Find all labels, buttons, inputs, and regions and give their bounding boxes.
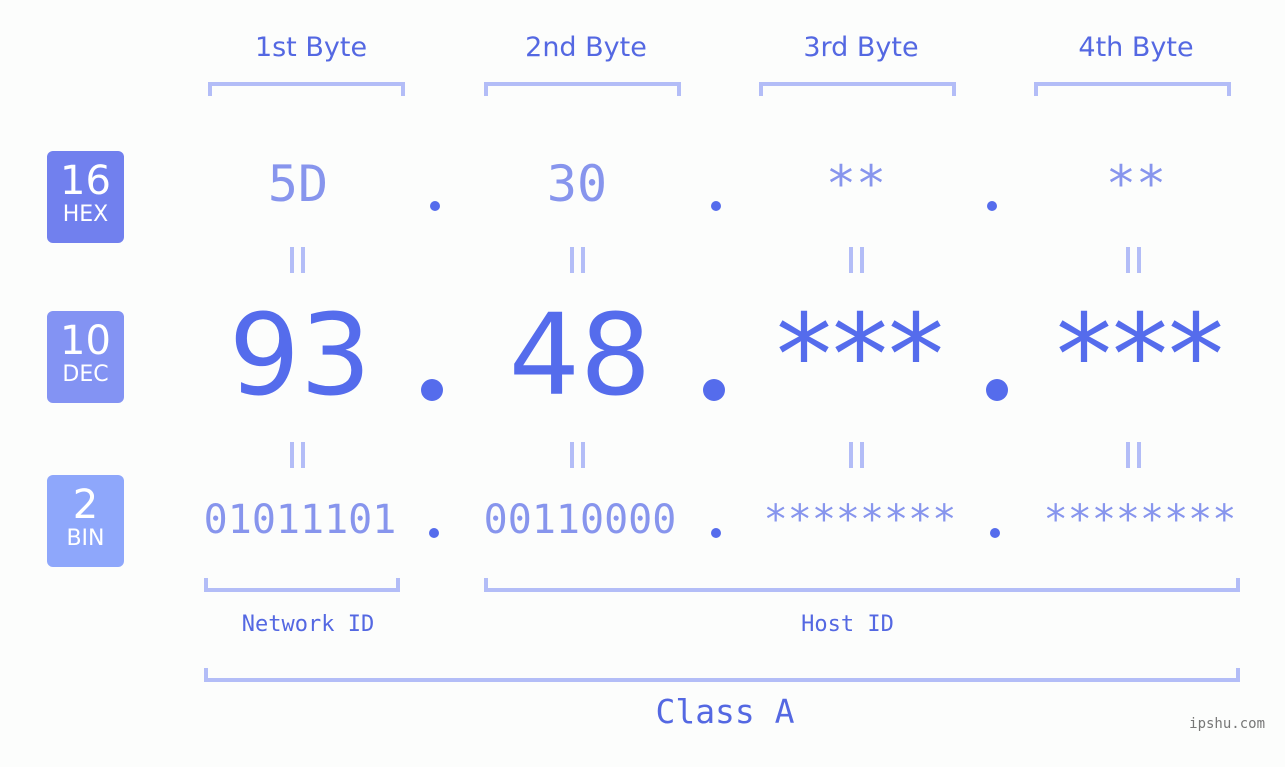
dec-byte-2: 48 [508, 291, 652, 421]
hex-byte-2: 30 [546, 155, 608, 213]
dec-separator-dot [421, 379, 443, 401]
hex-separator-dot [711, 201, 721, 211]
byte-header-4: 4th Byte [1078, 32, 1194, 63]
bin-separator-dot [429, 528, 439, 538]
dec-byte-4: *** [1056, 291, 1224, 421]
equals-icon [849, 247, 865, 273]
bin-byte-2: 00110000 [483, 497, 677, 543]
class-label: Class A [655, 692, 795, 731]
dec-separator-dot [703, 379, 725, 401]
watermark: ipshu.com [1189, 716, 1265, 732]
bin-badge-label: BIN [66, 526, 105, 551]
equals-icon [290, 247, 306, 273]
hex-byte-1: 5D [267, 155, 329, 213]
byte-bracket-2 [484, 82, 681, 96]
byte-header-2: 2nd Byte [525, 32, 647, 63]
dec-byte-1: 93 [228, 291, 372, 421]
hex-separator-dot [987, 201, 997, 211]
dec-badge: 10 DEC [47, 311, 124, 403]
equals-icon [570, 247, 586, 273]
dec-badge-number: 10 [60, 318, 111, 364]
byte-bracket-1 [208, 82, 405, 96]
dec-badge-label: DEC [62, 362, 109, 387]
dec-byte-3: *** [776, 291, 944, 421]
hex-badge-number: 16 [60, 158, 111, 204]
host-id-label: Host ID [801, 612, 894, 637]
hex-byte-3: ** [825, 155, 887, 213]
network-id-label: Network ID [241, 612, 375, 637]
bin-byte-3: ******** [763, 497, 957, 543]
class-bracket [204, 668, 1240, 682]
bin-separator-dot [711, 528, 721, 538]
equals-icon [849, 442, 865, 468]
equals-icon [1126, 247, 1142, 273]
byte-header-1: 1st Byte [254, 32, 368, 63]
equals-icon [290, 442, 306, 468]
host-id-bracket [484, 578, 1240, 592]
byte-bracket-3 [759, 82, 956, 96]
bin-badge: 2 BIN [47, 475, 124, 567]
equals-icon [1126, 442, 1142, 468]
equals-icon [570, 442, 586, 468]
byte-bracket-4 [1034, 82, 1231, 96]
hex-badge-label: HEX [62, 202, 109, 227]
network-id-bracket [204, 578, 400, 592]
hex-separator-dot [430, 201, 440, 211]
byte-header-3: 3rd Byte [803, 32, 919, 63]
bin-separator-dot [990, 528, 1000, 538]
hex-badge: 16 HEX [47, 151, 124, 243]
hex-byte-4: ** [1105, 155, 1167, 213]
bin-byte-1: 01011101 [203, 497, 397, 543]
dec-separator-dot [986, 379, 1008, 401]
bin-byte-4: ******** [1043, 497, 1237, 543]
bin-badge-number: 2 [72, 482, 99, 528]
